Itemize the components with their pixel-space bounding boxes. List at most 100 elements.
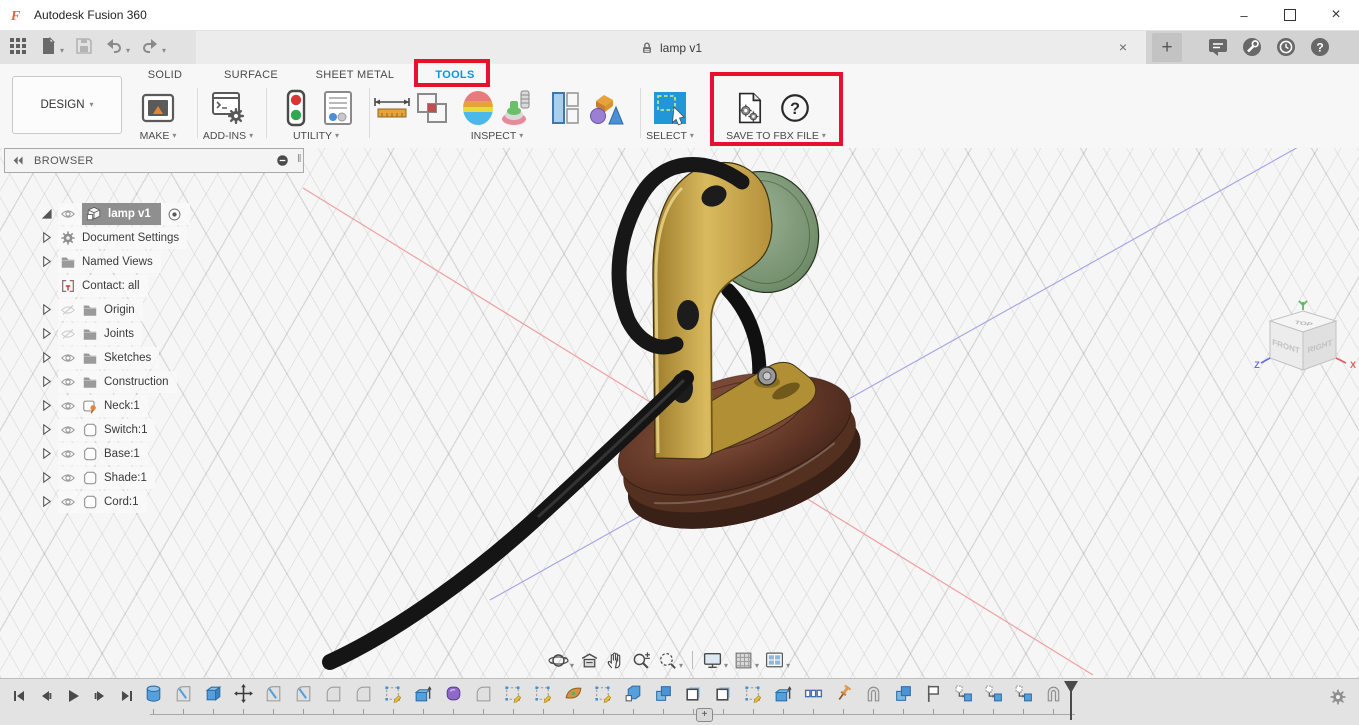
interference-tool-button[interactable]: [412, 88, 452, 133]
timeline-feature-shell[interactable]: [863, 683, 884, 709]
timeline-feature-sketch-edit[interactable]: [743, 683, 764, 709]
eye-icon[interactable]: [60, 398, 76, 414]
timeline-feature-sketch-edit[interactable]: [533, 683, 554, 709]
eye-icon[interactable]: [60, 422, 76, 438]
curvature-tool-button[interactable]: [458, 88, 498, 133]
timeline-playhead-marker[interactable]: [1063, 681, 1079, 695]
minimize-button[interactable]: –: [1221, 0, 1267, 30]
draft-analysis-tool-button[interactable]: [498, 88, 538, 133]
eye-icon[interactable]: [60, 470, 76, 486]
timeline-feature-press-pull[interactable]: [773, 683, 794, 709]
timeline-feature-sketch[interactable]: [263, 683, 284, 709]
browser-item-named-views[interactable]: Named Views: [4, 251, 304, 273]
browser-header[interactable]: BROWSER ‖: [4, 148, 304, 173]
save-button[interactable]: [74, 36, 94, 56]
close-button[interactable]: ×: [1313, 0, 1359, 30]
timeline-feature-form[interactable]: [563, 683, 584, 709]
group-label-save-to-fbx-file[interactable]: SAVE TO FBX FILE▾: [726, 130, 826, 142]
app-grid-button[interactable]: [8, 36, 28, 56]
chat-button[interactable]: [1207, 36, 1229, 63]
timeline-feature-move[interactable]: [233, 683, 254, 709]
timeline-settings-gear-icon[interactable]: [1329, 688, 1347, 706]
browser-item-shade-1[interactable]: Shade:1: [4, 467, 304, 489]
select-window-tool-button[interactable]: [650, 88, 690, 133]
collapse-panel-icon[interactable]: [12, 154, 25, 167]
nav-viewports-button[interactable]: ▾: [764, 650, 790, 671]
help-question-tool-button[interactable]: ?: [778, 91, 812, 130]
nav-grid-settings-button[interactable]: ▾: [733, 650, 759, 671]
browser-item-neck-1[interactable]: Neck:1: [4, 395, 304, 417]
group-label-select[interactable]: SELECT▾: [646, 130, 694, 142]
nav-pan-button[interactable]: [605, 650, 626, 671]
wrench-circle-button[interactable]: [1241, 36, 1263, 63]
file-new-button[interactable]: ▾: [38, 36, 64, 56]
timeline-feature-rectangular-pattern[interactable]: [803, 683, 824, 709]
expander-collapsed-icon[interactable]: [40, 327, 53, 345]
timeline-feature-shell[interactable]: [1043, 683, 1064, 709]
nav-orbit-button[interactable]: ▾: [548, 650, 574, 671]
traffic-light-tool-button[interactable]: [276, 88, 316, 133]
expander-collapsed-icon[interactable]: [40, 255, 53, 273]
timeline-feature-fillet[interactable]: [353, 683, 374, 709]
printer-tool-button[interactable]: [138, 88, 178, 133]
browser-item-joints[interactable]: Joints: [4, 323, 304, 345]
timeline-feature-box-primitive[interactable]: [203, 683, 224, 709]
timeline-feature-sketch-edit[interactable]: [593, 683, 614, 709]
eye-off-icon[interactable]: [60, 302, 76, 318]
undo-button[interactable]: ▾: [104, 36, 130, 56]
timeline-feature-press-pull[interactable]: [413, 683, 434, 709]
measure-tool-button[interactable]: [372, 88, 412, 133]
timeline-feature-fillet[interactable]: [323, 683, 344, 709]
ribbon-tab-sheet-metal[interactable]: SHEET METAL: [312, 67, 399, 83]
browser-item-sketches[interactable]: Sketches: [4, 347, 304, 369]
browser-item-lamp-v1[interactable]: lamp v1: [4, 203, 304, 225]
timeline-feature-fillet[interactable]: [473, 683, 494, 709]
addins-tool-button[interactable]: [208, 88, 248, 133]
radio-active-icon[interactable]: [167, 207, 182, 222]
display-shapes-tool-button[interactable]: [585, 88, 625, 133]
panel-grip[interactable]: ‖: [297, 153, 302, 165]
group-label-inspect[interactable]: INSPECT▾: [471, 130, 524, 142]
expander-collapsed-icon[interactable]: [40, 495, 53, 513]
timeline-feature-sketch[interactable]: [173, 683, 194, 709]
eye-icon[interactable]: [60, 350, 76, 366]
ribbon-tab-tools[interactable]: TOOLS: [431, 67, 478, 83]
eye-icon[interactable]: [60, 374, 76, 390]
step-forward-button[interactable]: [89, 685, 111, 707]
group-label-add-ins[interactable]: ADD-INS▾: [203, 130, 253, 142]
expander-collapsed-icon[interactable]: [40, 303, 53, 321]
browser-item-construction[interactable]: Construction: [4, 371, 304, 393]
expander-collapsed-icon[interactable]: [40, 375, 53, 393]
timeline-feature-boundary-fill[interactable]: [683, 683, 704, 709]
timeline-feature-copy-body[interactable]: [983, 683, 1004, 709]
document-tab[interactable]: lamp v1 ×: [196, 31, 1146, 64]
timeline-feature-pin[interactable]: [833, 683, 854, 709]
fbx-file-tool-button[interactable]: [733, 91, 767, 130]
browser-item-origin[interactable]: Origin: [4, 299, 304, 321]
eye-icon[interactable]: [60, 494, 76, 510]
timeline-feature-cylinder-primitive[interactable]: [143, 683, 164, 709]
timeline-feature-copy-body[interactable]: [953, 683, 974, 709]
expander-collapsed-icon[interactable]: [40, 351, 53, 369]
nav-fit-button[interactable]: ▾: [657, 650, 683, 671]
nav-look-at-button[interactable]: [579, 650, 600, 671]
group-label-make[interactable]: MAKE▾: [140, 130, 177, 142]
timeline-feature-appearance[interactable]: [443, 683, 464, 709]
close-tab-button[interactable]: ×: [1114, 38, 1132, 56]
timeline-feature-sketch-edit[interactable]: [503, 683, 524, 709]
nav-zoom-button[interactable]: [631, 650, 652, 671]
skip-to-start-button[interactable]: [8, 685, 30, 707]
skip-to-end-button[interactable]: [116, 685, 138, 707]
browser-item-base-1[interactable]: Base:1: [4, 443, 304, 465]
hide-all-icon[interactable]: [276, 154, 289, 167]
clock-circle-button[interactable]: [1275, 36, 1297, 63]
expander-expanded-icon[interactable]: [40, 207, 53, 225]
timeline-feature-combine[interactable]: [893, 683, 914, 709]
expander-collapsed-icon[interactable]: [40, 447, 53, 465]
browser-item-document-settings[interactable]: Document Settings: [4, 227, 304, 249]
view-cube[interactable]: TOP FRONT RIGHT Z X: [1250, 300, 1359, 396]
eye-icon[interactable]: [60, 446, 76, 462]
play-button[interactable]: [62, 685, 84, 707]
browser-item-cord-1[interactable]: Cord:1: [4, 491, 304, 513]
eye-off-icon[interactable]: [60, 326, 76, 342]
